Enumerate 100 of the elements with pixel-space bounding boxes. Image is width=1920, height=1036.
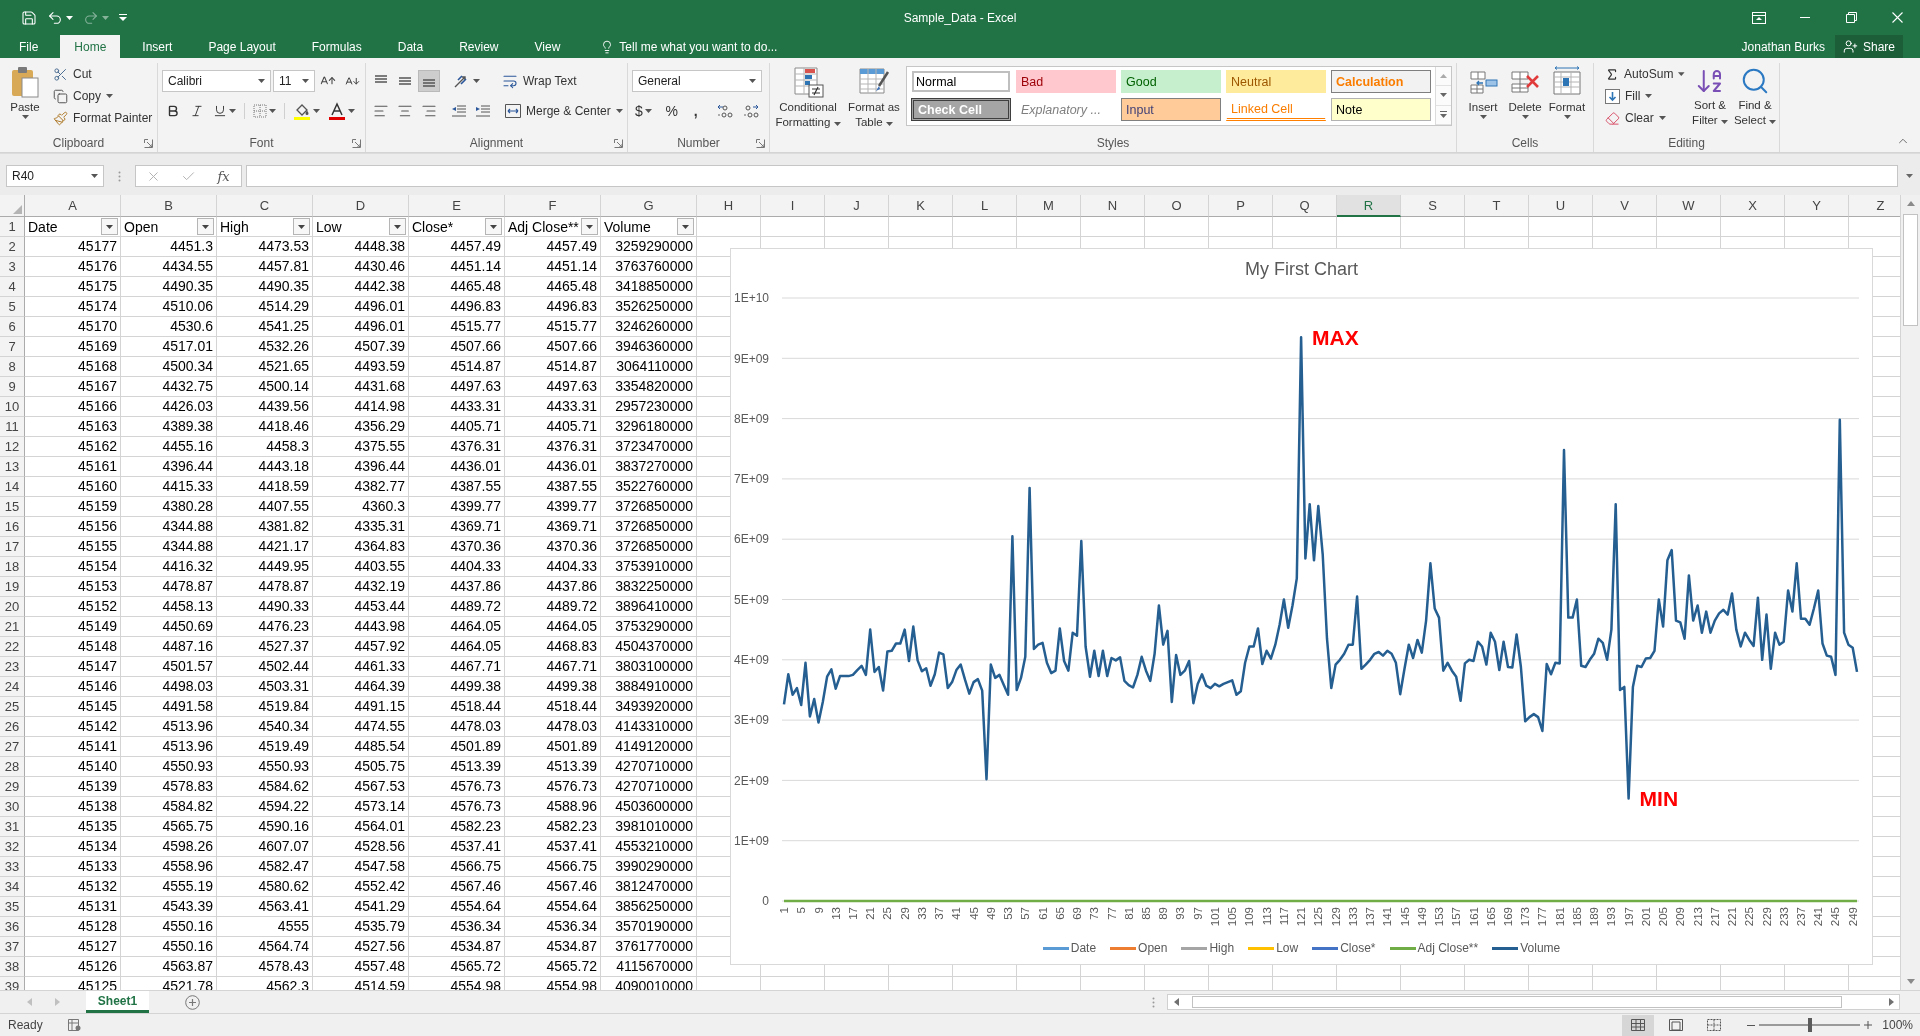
ribbon-tab[interactable]: Data (383, 35, 438, 58)
column-header[interactable]: G (601, 195, 697, 217)
row-header[interactable]: 5 (0, 297, 25, 317)
row-header[interactable]: 18 (0, 557, 25, 577)
row-header[interactable]: 1 (0, 217, 25, 237)
filter-button[interactable] (389, 218, 406, 235)
cell-style-option[interactable]: Neutral (1226, 70, 1326, 93)
row-header[interactable]: 3 (0, 257, 25, 277)
column-header[interactable]: O (1145, 195, 1209, 217)
row-header[interactable]: 25 (0, 697, 25, 717)
row-header[interactable]: 20 (0, 597, 25, 617)
comma-style-button[interactable]: , (684, 100, 707, 122)
cell-style-option[interactable]: Input (1121, 98, 1221, 121)
font-size-field[interactable]: 11 (273, 70, 315, 92)
find-select-button[interactable]: Find & Select (1732, 63, 1778, 134)
row-header[interactable]: 32 (0, 837, 25, 857)
row-header[interactable]: 26 (0, 717, 25, 737)
row-header[interactable]: 17 (0, 537, 25, 557)
row-header[interactable]: 19 (0, 577, 25, 597)
zoom-slider-thumb[interactable] (1807, 1018, 1812, 1032)
row-header[interactable]: 11 (0, 417, 25, 437)
copy-button[interactable]: Copy (50, 85, 156, 107)
column-header[interactable]: S (1401, 195, 1465, 217)
row-header[interactable]: 13 (0, 457, 25, 477)
filter-button[interactable] (677, 218, 694, 235)
filter-button[interactable] (485, 218, 502, 235)
row-header[interactable]: 36 (0, 917, 25, 937)
formula-input[interactable] (246, 165, 1898, 187)
column-header[interactable]: Y (1785, 195, 1849, 217)
column-header[interactable]: H (697, 195, 761, 217)
row-header[interactable]: 21 (0, 617, 25, 637)
column-header[interactable]: Z (1849, 195, 1900, 217)
column-header[interactable]: V (1593, 195, 1657, 217)
column-header[interactable]: L (953, 195, 1017, 217)
scroll-thumb[interactable] (1903, 214, 1918, 326)
ribbon-tab[interactable]: Review (445, 35, 513, 58)
row-header[interactable]: 9 (0, 377, 25, 397)
column-header[interactable]: Q (1273, 195, 1337, 217)
row-header[interactable]: 8 (0, 357, 25, 377)
gallery-down-button[interactable] (1436, 86, 1451, 106)
cell-style-option[interactable]: Normal (911, 70, 1011, 93)
filter-button[interactable] (197, 218, 214, 235)
cell-style-option[interactable]: Bad (1016, 70, 1116, 93)
row-header[interactable]: 22 (0, 637, 25, 657)
view-button[interactable] (1622, 1014, 1655, 1036)
row-header[interactable]: 30 (0, 797, 25, 817)
column-header[interactable]: A (25, 195, 121, 217)
row-header[interactable]: 14 (0, 477, 25, 497)
vertical-scrollbar[interactable] (1900, 195, 1920, 990)
column-header[interactable]: B (121, 195, 217, 217)
column-header[interactable]: F (505, 195, 601, 217)
name-box[interactable]: R40 (6, 165, 104, 187)
row-header[interactable]: 4 (0, 277, 25, 297)
row-header[interactable]: 38 (0, 957, 25, 977)
ribbon-tab[interactable]: Home (60, 35, 121, 58)
row-header[interactable]: 16 (0, 517, 25, 537)
row-header[interactable]: 28 (0, 757, 25, 777)
clear-button[interactable]: Clear (1602, 107, 1688, 129)
row-header[interactable]: 27 (0, 737, 25, 757)
row-header[interactable]: 7 (0, 337, 25, 357)
format-painter-button[interactable]: Format Painter (50, 107, 156, 129)
sheet-tab[interactable]: Sheet1 (86, 991, 149, 1013)
delete-cells-button[interactable]: Delete (1504, 63, 1546, 134)
column-header[interactable]: D (313, 195, 409, 217)
column-header[interactable]: E (409, 195, 505, 217)
wrap-text-button[interactable]: Wrap Text (499, 70, 580, 92)
filter-button[interactable] (293, 218, 310, 235)
row-header[interactable]: 29 (0, 777, 25, 797)
format-as-table-button[interactable]: Format as Table (846, 63, 902, 134)
autosum-button[interactable]: AutoSum (1602, 63, 1688, 85)
horizontal-scrollbar[interactable] (1167, 994, 1900, 1010)
font-name-field[interactable]: Calibri (162, 70, 271, 92)
column-header[interactable]: R (1337, 195, 1401, 217)
column-header[interactable]: T (1465, 195, 1529, 217)
row-header[interactable]: 35 (0, 897, 25, 917)
tell-me-search[interactable]: Tell me what you want to do... (600, 35, 778, 58)
row-header[interactable]: 10 (0, 397, 25, 417)
customize-button[interactable] (116, 11, 130, 24)
ribbon-tab[interactable]: Page Layout (194, 35, 290, 58)
scroll-thumb[interactable] (1192, 996, 1842, 1008)
column-header[interactable]: C (217, 195, 313, 217)
row-header[interactable]: 33 (0, 857, 25, 877)
ribbon-tab[interactable]: File (5, 35, 53, 58)
row-header[interactable]: 23 (0, 657, 25, 677)
row-header[interactable]: 37 (0, 937, 25, 957)
row-header[interactable]: 15 (0, 497, 25, 517)
select-all-button[interactable] (0, 195, 25, 217)
row-header[interactable]: 24 (0, 677, 25, 697)
fill-button[interactable]: Fill (1602, 85, 1688, 107)
row-header[interactable]: 31 (0, 817, 25, 837)
percent-button[interactable]: % (660, 100, 683, 122)
column-header[interactable]: K (889, 195, 953, 217)
cell-style-option[interactable]: Note (1331, 98, 1431, 121)
conditional-formatting-button[interactable]: Conditional Formatting (774, 63, 842, 134)
cut-button[interactable]: Cut (50, 63, 156, 85)
sort-filter-button[interactable]: Sort & Filter (1688, 63, 1732, 134)
ribbon-tab[interactable]: View (520, 35, 575, 58)
number-format-field[interactable]: General (632, 70, 762, 92)
row-header[interactable]: 2 (0, 237, 25, 257)
currency-button[interactable]: $ (632, 100, 655, 122)
